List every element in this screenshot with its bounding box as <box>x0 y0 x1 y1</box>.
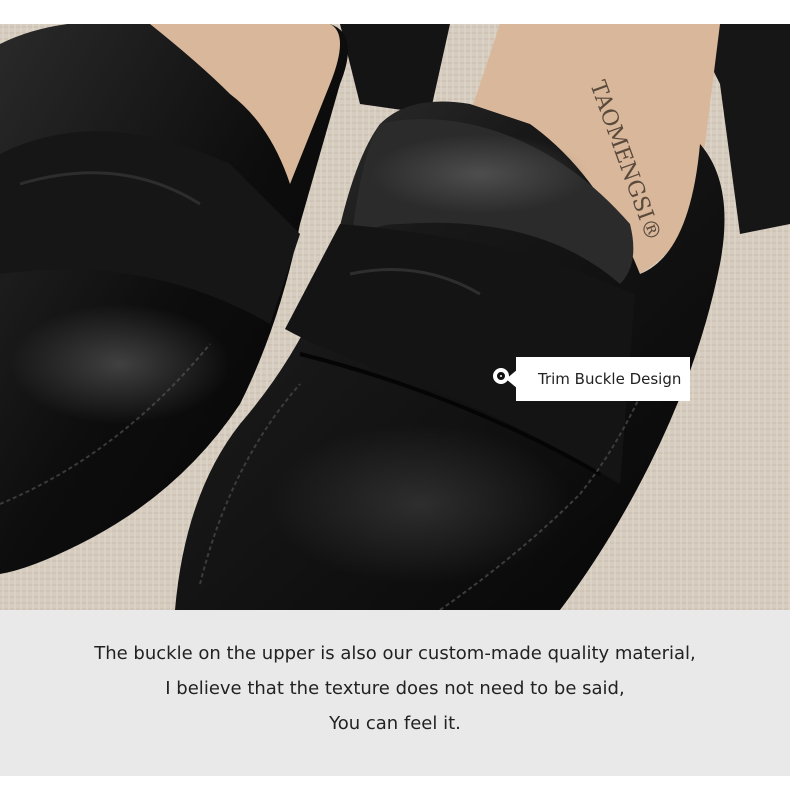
product-photo: TAOMENGSI® <box>0 24 790 610</box>
feature-callout: Trim Buckle Design <box>486 357 690 401</box>
caption-panel: The buckle on the upper is also our cust… <box>0 610 790 776</box>
caption-line-2: I believe that the texture does not need… <box>165 678 625 699</box>
caption-line-1: The buckle on the upper is also our cust… <box>94 643 696 664</box>
loafer-illustration: TAOMENGSI® <box>0 24 790 610</box>
callout-label: Trim Buckle Design <box>538 370 682 388</box>
caption-line-3: You can feel it. <box>329 713 461 734</box>
